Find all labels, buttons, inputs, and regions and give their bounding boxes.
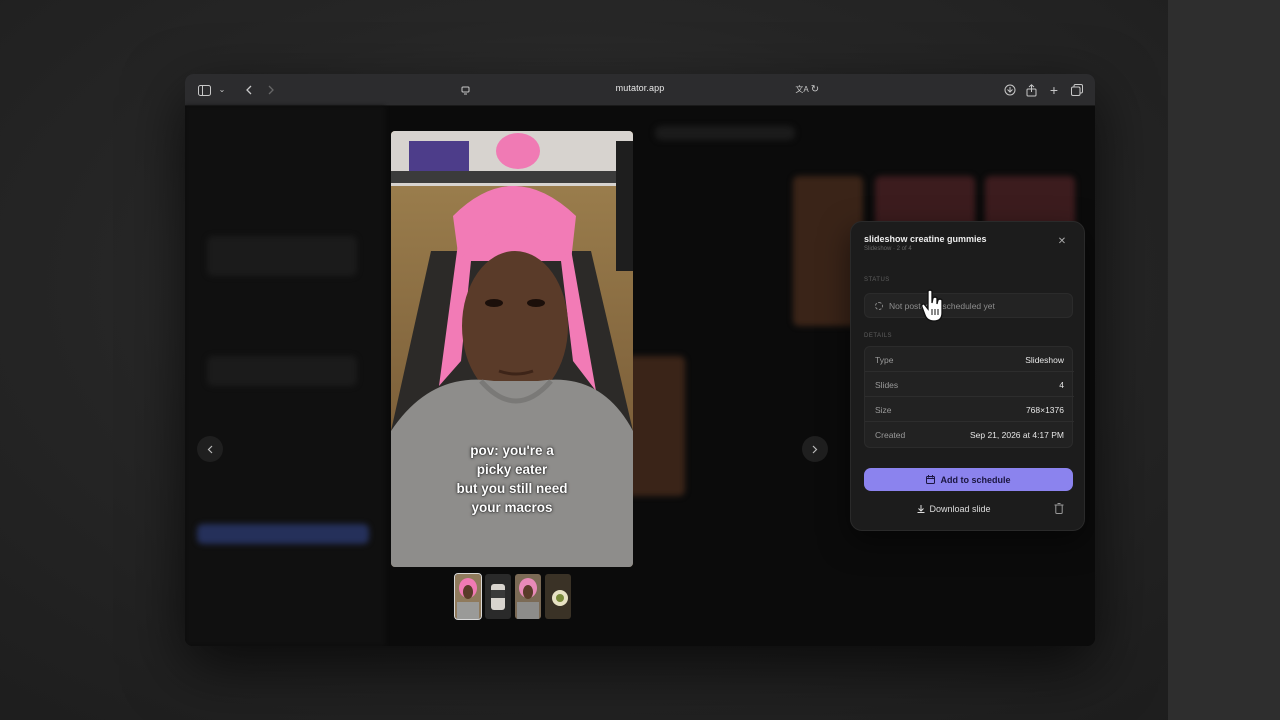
previous-slide-button[interactable] — [197, 436, 223, 462]
detail-value: 768×1376 — [1025, 405, 1064, 415]
detail-label: Type — [875, 355, 894, 365]
caption-line: picky eater — [476, 462, 548, 477]
detail-label: Size — [875, 405, 892, 415]
slide-caption: pov: you're a picky eater but you still … — [391, 441, 633, 517]
status-heading: STATUS — [864, 277, 890, 283]
panel-subtitle: Slideshow · 2 of 4 — [864, 246, 912, 252]
slide-thumbnail-2[interactable] — [485, 574, 511, 619]
trash-icon[interactable] — [1054, 503, 1066, 515]
slide-thumbnail-4[interactable] — [545, 574, 571, 619]
tab-overview-icon[interactable] — [1069, 82, 1085, 98]
slide-thumbnail-1[interactable] — [454, 573, 482, 620]
status-box: Not posted or scheduled yet — [864, 293, 1073, 318]
hand-cursor-icon — [921, 289, 943, 322]
new-tab-icon[interactable]: + — [1046, 82, 1062, 98]
background-card — [207, 236, 357, 276]
caption-line: pov: you're a — [470, 443, 554, 458]
download-icon — [917, 505, 925, 513]
slide-details-panel: slideshow creatine gummies Slideshow · 2… — [850, 221, 1085, 531]
page-content: pov: you're a picky eater but you still … — [185, 106, 1095, 646]
detail-value: Slideshow — [1025, 355, 1064, 365]
caption-line: but you still need — [456, 481, 568, 496]
browser-toolbar: ⌄ mutator.app 文A ↻ + — [185, 74, 1095, 106]
download-slide-label: Download slide — [929, 504, 991, 514]
close-icon[interactable]: ✕ — [1056, 236, 1068, 247]
detail-row-type: Type Slideshow — [865, 347, 1074, 372]
downloads-icon[interactable] — [1002, 82, 1018, 98]
slide-thumbnail-3[interactable] — [515, 574, 541, 619]
detail-label: Slides — [875, 380, 899, 390]
add-to-schedule-label: Add to schedule — [940, 474, 1011, 485]
slide-image: pov: you're a picky eater but you still … — [391, 131, 633, 567]
browser-window: ⌄ mutator.app 文A ↻ + pov: you're a picky… — [185, 74, 1095, 646]
status-pending-icon — [875, 302, 883, 310]
detail-row-size: Size 768×1376 — [865, 397, 1074, 422]
caption-line: your macros — [471, 500, 553, 515]
add-to-schedule-button[interactable]: Add to schedule — [864, 468, 1073, 491]
details-table: Type Slideshow Slides 4 Size 768×1376 Cr… — [864, 346, 1074, 448]
reload-icon[interactable]: ↻ — [807, 82, 823, 98]
background-thumbnail — [625, 356, 685, 496]
detail-value: Sep 21, 2026 at 4:17 PM — [969, 430, 1064, 440]
background-heading — [655, 126, 795, 140]
detail-row-created: Created Sep 21, 2026 at 4:17 PM — [865, 422, 1074, 447]
background-right-pane — [1168, 0, 1280, 720]
address-bar[interactable]: mutator.app — [185, 83, 1095, 93]
detail-label: Created — [875, 430, 906, 440]
share-icon[interactable] — [1023, 82, 1039, 98]
next-slide-button[interactable] — [802, 436, 828, 462]
details-heading: DETAILS — [864, 333, 893, 339]
calendar-icon — [926, 475, 936, 484]
background-card — [207, 356, 357, 386]
download-slide-button[interactable]: Download slide — [864, 498, 1044, 520]
detail-row-slides: Slides 4 — [865, 372, 1074, 397]
background-button — [197, 524, 369, 544]
panel-title: slideshow creatine gummies — [864, 234, 987, 244]
detail-value: 4 — [1059, 380, 1064, 390]
